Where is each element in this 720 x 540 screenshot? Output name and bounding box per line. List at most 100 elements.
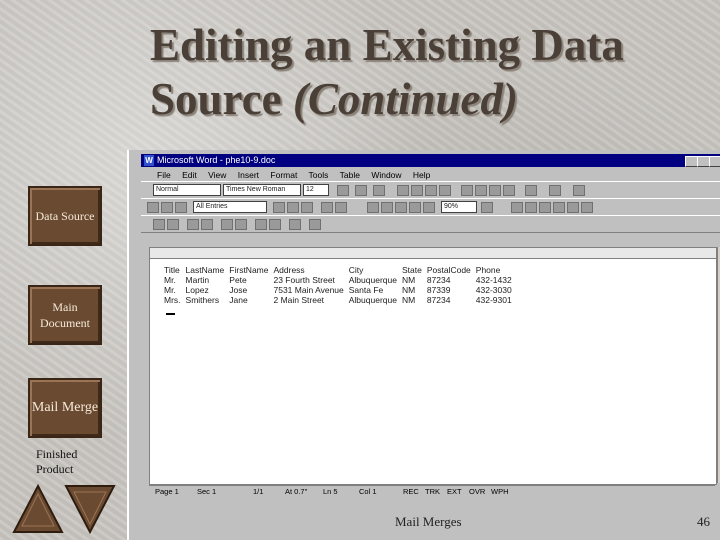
font-color-icon[interactable]: [573, 185, 585, 196]
table-header-cell: State: [401, 265, 422, 275]
increase-indent-icon[interactable]: [503, 185, 515, 196]
main-document-icon[interactable]: [309, 219, 321, 230]
status-mode-rec[interactable]: REC: [403, 486, 419, 497]
status-mode-wph[interactable]: WPH: [491, 486, 509, 497]
table-cell: Mr.: [164, 275, 176, 285]
align-center-icon[interactable]: [411, 185, 423, 196]
paste-icon[interactable]: [301, 202, 313, 213]
table-header-cell: LastName: [185, 265, 225, 275]
table-cell: Smithers: [185, 295, 220, 305]
table-cell: Mrs.: [164, 295, 181, 305]
menu-window[interactable]: Window: [371, 170, 401, 180]
update-field-icon[interactable]: [269, 219, 281, 230]
table-cell: Mr.: [164, 285, 176, 295]
mail-merge-button[interactable]: Mail Merge: [28, 378, 102, 438]
autoformat-icon[interactable]: [581, 202, 593, 213]
bullets-icon[interactable]: [475, 185, 487, 196]
menu-insert[interactable]: Insert: [238, 170, 259, 180]
decrease-indent-icon[interactable]: [489, 185, 501, 196]
formatting-toolbar: Normal Times New Roman 12: [141, 181, 720, 199]
menu-edit[interactable]: Edit: [182, 170, 197, 180]
status-mode-ext[interactable]: EXT: [447, 486, 462, 497]
word-logo-icon: W: [144, 155, 154, 166]
font-select[interactable]: Times New Roman: [223, 184, 301, 196]
undo-icon[interactable]: [321, 202, 333, 213]
previous-arrow-icon[interactable]: [12, 484, 64, 534]
main-document-button[interactable]: Main Document: [28, 285, 102, 345]
underline-icon[interactable]: [373, 185, 385, 196]
manage-fields-icon[interactable]: [167, 219, 179, 230]
document-area[interactable]: Title LastName FirstName Address City St…: [149, 258, 717, 485]
bold-icon[interactable]: [337, 185, 349, 196]
numbering-icon[interactable]: [461, 185, 473, 196]
table-cell: Albuquerque: [348, 275, 397, 285]
find-record-icon[interactable]: [289, 219, 301, 230]
data-form-icon[interactable]: [153, 219, 165, 230]
next-arrow-icon[interactable]: [64, 484, 116, 534]
sort-desc-icon[interactable]: [235, 219, 247, 230]
table-header-cell: Title: [164, 265, 180, 275]
border-icon[interactable]: [525, 185, 537, 196]
align-right-icon[interactable]: [425, 185, 437, 196]
database-toolbar: [141, 215, 720, 233]
standard-toolbar: All Entries 90%: [141, 198, 720, 216]
columns-icon[interactable]: [395, 202, 407, 213]
tables-icon[interactable]: [381, 202, 393, 213]
add-record-icon[interactable]: [187, 219, 199, 230]
menu-format[interactable]: Format: [270, 170, 297, 180]
table-insert-icon[interactable]: [511, 202, 523, 213]
menu-tools[interactable]: Tools: [309, 170, 329, 180]
sort-ascending-icon[interactable]: [539, 202, 551, 213]
table-header-cell: FirstName: [229, 265, 269, 275]
menu-view[interactable]: View: [208, 170, 226, 180]
drawing-icon[interactable]: [409, 202, 421, 213]
hyperlink-icon[interactable]: [367, 202, 379, 213]
help-icon[interactable]: [481, 202, 493, 213]
table-cell: NM: [401, 275, 416, 285]
copy-icon[interactable]: [287, 202, 299, 213]
cut-icon[interactable]: [273, 202, 285, 213]
open-icon[interactable]: [161, 202, 173, 213]
table-cell: Jane: [229, 295, 248, 305]
zoom-select[interactable]: 90%: [441, 201, 477, 213]
table-row: Mrs. Smithers Jane 2 Main Street Albuque…: [164, 295, 517, 305]
slide-title-text: Source: [150, 74, 293, 124]
menu-bar: File Edit View Insert Format Tools Table…: [141, 169, 720, 181]
delete-record-icon[interactable]: [201, 219, 213, 230]
status-mode-ovr[interactable]: OVR: [469, 486, 485, 497]
sort-asc-icon[interactable]: [221, 219, 233, 230]
status-page: Page 1: [155, 487, 179, 496]
sort-descending-icon[interactable]: [553, 202, 565, 213]
redo-icon[interactable]: [335, 202, 347, 213]
table-cell: 87234: [426, 275, 451, 285]
font-size-select[interactable]: 12: [303, 184, 329, 196]
status-section: Sec 1: [197, 487, 217, 496]
status-mode-trk[interactable]: TRK: [425, 486, 440, 497]
table-header-cell: Address: [273, 265, 305, 275]
table-delete-icon[interactable]: [525, 202, 537, 213]
insert-database-icon[interactable]: [255, 219, 267, 230]
new-doc-icon[interactable]: [147, 202, 159, 213]
data-source-table: Title LastName FirstName Address City St…: [164, 265, 517, 305]
slide-footer: Mail Merges: [395, 514, 462, 529]
table-cell: 7531 Main Avenue: [273, 285, 344, 295]
data-source-button[interactable]: Data Source: [28, 186, 102, 246]
show-hide-icon[interactable]: [423, 202, 435, 213]
table-row: Mr. Lopez Jose 7531 Main Avenue Santa Fe…: [164, 285, 517, 295]
italic-icon[interactable]: [355, 185, 367, 196]
justify-icon[interactable]: [439, 185, 451, 196]
highlight-icon[interactable]: [549, 185, 561, 196]
menu-table[interactable]: Table: [340, 170, 360, 180]
save-icon[interactable]: [175, 202, 187, 213]
menu-file[interactable]: File: [157, 170, 171, 180]
align-left-icon[interactable]: [397, 185, 409, 196]
autosum-icon[interactable]: [567, 202, 579, 213]
status-column: Col 1: [359, 487, 377, 496]
menu-help[interactable]: Help: [413, 170, 430, 180]
close-icon[interactable]: [709, 156, 720, 167]
style-select[interactable]: Normal: [153, 184, 221, 196]
all-entries-select[interactable]: All Entries: [193, 201, 267, 213]
finished-product-label: Finished Product: [36, 447, 78, 476]
data-source-label: Data Source: [35, 209, 95, 223]
word-title-bar: W Microsoft Word - phe10-9.doc: [141, 154, 720, 167]
